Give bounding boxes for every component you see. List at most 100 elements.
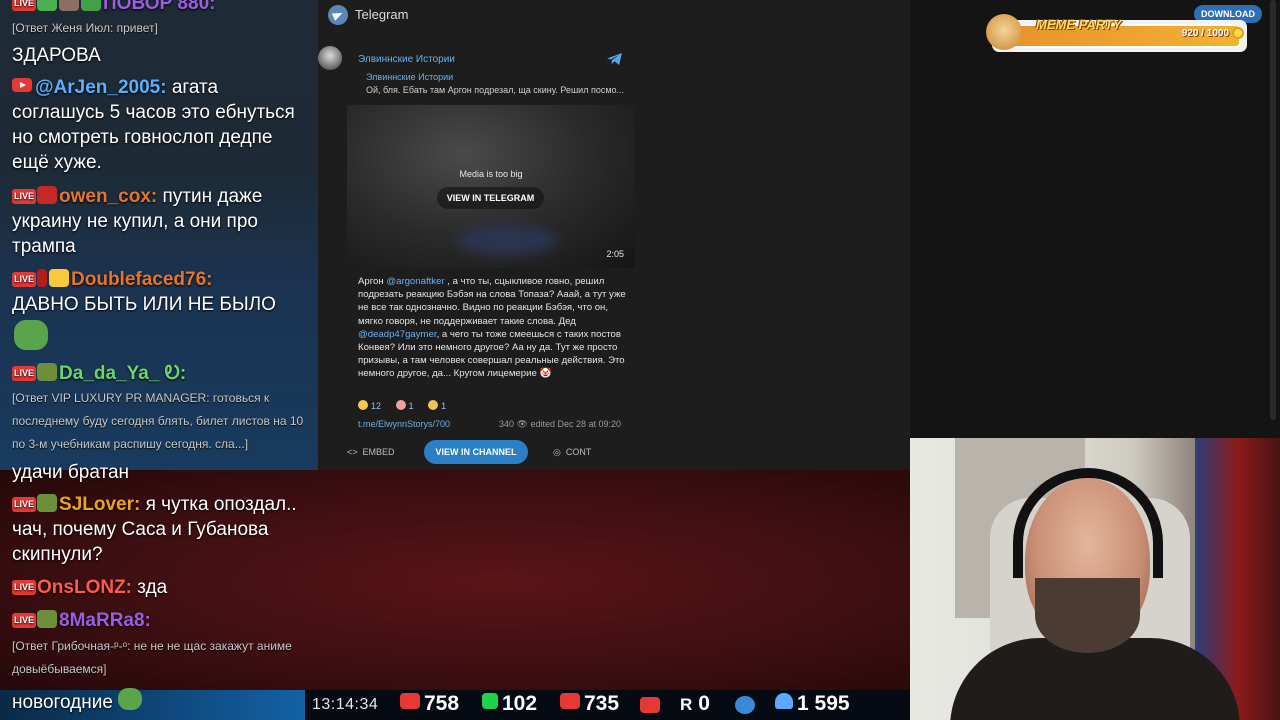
scrollbar[interactable] (1270, 0, 1276, 420)
channel-avatar[interactable] (318, 46, 342, 70)
followers: 1 595 (775, 692, 850, 716)
reaction-count: 12 (371, 401, 382, 411)
chat-message: LIVE Doublefaced76: (12, 267, 312, 292)
mention-link[interactable]: @argonaftker (386, 276, 444, 287)
emote-icon (37, 0, 58, 11)
chat-message: удачи братан (12, 462, 130, 483)
rutube-count: 0 (698, 692, 710, 715)
chat-nick[interactable]: SJLover: (59, 494, 140, 515)
reaction-item[interactable]: 1 (395, 400, 414, 411)
telegram-logo-icon (328, 5, 348, 25)
meme-party-count: 920 / 1000 (1181, 28, 1229, 39)
live-viewers: 735 (560, 692, 619, 716)
reaction-item[interactable]: 12 (358, 400, 381, 411)
chat-input-value: новогодние (12, 692, 113, 713)
emote-icon (37, 363, 58, 381)
emote-icon (37, 269, 48, 287)
reaction-emoji-icon (395, 400, 406, 410)
followers-count: 1 595 (797, 692, 850, 715)
clock: 13:14:34 (312, 696, 379, 713)
chat-reply: [Ответ VIP LUXURY PR MANAGER: готовься к… (12, 391, 304, 451)
reaction-item[interactable]: 1 (428, 400, 446, 411)
live-badge-icon: LIVE (12, 366, 37, 381)
live-badge-icon: LIVE (12, 613, 37, 628)
forwarded-text: Ой, бля. Ебать там Аргон подрезал, ща ск… (366, 85, 625, 95)
media-duration: 2:05 (606, 249, 624, 259)
chat-message: LIVE 8MaRRa8: (12, 608, 312, 633)
media-too-big-label: Media is too big (459, 169, 523, 179)
post-text: Аргон @argonaftker , а что ты, сцыкливое… (358, 275, 626, 381)
chat-input-text: новогодние (12, 688, 144, 714)
chat-reply: [Ответ Грибочная-ᵖ-ᵒ: не не не щас закаж… (12, 639, 292, 676)
post-meta: 340 👁 edited Dec 28 at 09:20 (499, 419, 622, 429)
doge-icon (986, 14, 1022, 50)
emote-icon (37, 186, 58, 204)
reactions-bar: 12 1 1 (358, 400, 458, 411)
post-text-part: Аргон (358, 276, 387, 287)
pepe-emote-icon (118, 688, 143, 710)
chat-message: ЗДАРОВА (12, 45, 101, 66)
chat-nick[interactable]: OnsLONZ: (37, 577, 132, 598)
chat-nick[interactable]: owen_cox: (59, 186, 157, 207)
stream-stage: Telegram Элвиннские Истории Элвиннские И… (0, 0, 1280, 720)
user-icon (775, 693, 793, 709)
emote-icon (81, 0, 102, 11)
rutube-icon: R (680, 695, 693, 714)
meme-party-title: MEME PARTY (1036, 17, 1122, 32)
youtube-icon (12, 78, 32, 92)
telegram-title: Telegram (355, 7, 409, 22)
telegram-post: Элвиннские Истории Элвиннские Истории Ой… (318, 40, 638, 480)
webcam-feed (910, 438, 1280, 720)
context-button[interactable]: ◎ CONT (553, 447, 591, 458)
embed-label: EMBED (362, 447, 395, 457)
pepe-emote-icon (14, 320, 48, 350)
chat-nick[interactable]: Doublefaced76: (71, 269, 212, 290)
chat-nick[interactable]: 8MaRRa8: (59, 610, 151, 631)
emote-icon (59, 0, 80, 11)
globe-icon: ◎ (553, 447, 561, 457)
view-in-telegram-button[interactable]: VIEW IN TELEGRAM (437, 187, 544, 209)
emote-icon (37, 494, 58, 512)
chat-reply: [Ответ Женя Июл: привет] (12, 21, 158, 35)
chat-message: LIVE OnsLONZ: зда (12, 575, 312, 600)
meme-party-widget: MEME PARTY 920 / 1000 (986, 14, 1247, 52)
media-preview[interactable]: Media is too big VIEW IN TELEGRAM 2:05 (347, 105, 635, 268)
telegram-plane-icon (607, 53, 622, 65)
chat-message: LIVE owen_cox: путин даже украину не купи… (12, 184, 312, 259)
coin-icon (1232, 27, 1244, 39)
stream-chat: LIVE ПОВОР 880: [Ответ Женя Июл: привет] … (0, 0, 318, 470)
reaction-emoji-icon (358, 400, 368, 410)
chat-nick[interactable]: Da_da_Ya_ Ꭷ: (59, 363, 186, 384)
mention-link[interactable]: @deadp47gaymer (358, 329, 437, 340)
view-in-channel-button[interactable]: VIEW IN CHANNEL (424, 440, 528, 464)
emote-icon (37, 610, 58, 628)
youtube-count: 758 (424, 692, 460, 715)
live-badge-icon: LIVE (12, 189, 37, 204)
kick-count: 102 (502, 692, 538, 715)
live-badge-icon: LIVE (12, 272, 37, 287)
post-link[interactable]: t.me/ElwynnStorys/700 (358, 419, 450, 429)
chat-nick[interactable]: ПОВОР 880: (103, 0, 215, 14)
embed-button[interactable]: <> EMBED (347, 447, 395, 457)
code-icon: <> (347, 447, 358, 457)
youtube-viewers: 758 (400, 692, 459, 716)
chat-message: ДАВНО БЫТЬ ИЛИ НЕ БЫЛО (12, 294, 276, 315)
chat-nick[interactable]: @ArJen_2005: (35, 77, 167, 98)
kick-viewers: 102 (482, 692, 537, 716)
chat-message: LIVE ПОВОР 880: (12, 0, 312, 16)
channel-name[interactable]: Элвиннские Истории (358, 54, 455, 65)
webcam-streamer-beard (1035, 578, 1140, 653)
chat-text: зда (132, 577, 168, 598)
chat-message: LIVE Da_da_Ya_ Ꭷ: (12, 361, 312, 386)
reaction-count: 1 (408, 401, 414, 411)
media-blur (457, 225, 557, 255)
youtube-icon (400, 693, 420, 709)
live-badge-icon: LIVE (12, 580, 37, 595)
forwarded-from-name[interactable]: Элвиннские Истории (366, 72, 453, 82)
live-badge-icon: LIVE (12, 0, 37, 11)
context-label: CONT (565, 447, 592, 457)
telegram-header: Telegram (318, 0, 910, 30)
play-icon (640, 697, 660, 713)
telegram-icon (735, 696, 755, 714)
emote-icon (49, 269, 70, 287)
